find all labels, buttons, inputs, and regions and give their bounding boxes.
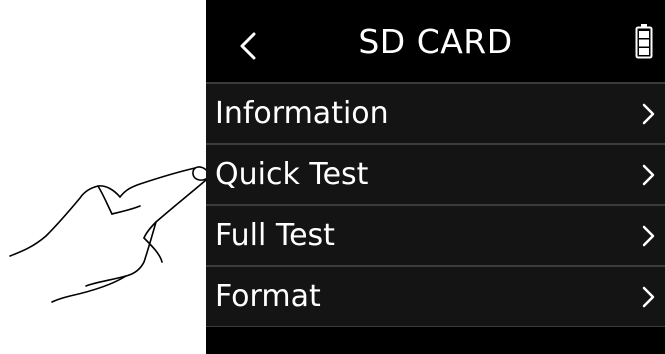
menu-item-label: Format <box>215 279 321 314</box>
footer-area <box>206 327 665 354</box>
device-screen: SD CARD Information Quick Test Full Test… <box>206 0 665 354</box>
header-bar: SD CARD <box>206 0 665 82</box>
battery-indicator <box>635 23 653 63</box>
menu-item-format[interactable]: Format <box>206 267 665 328</box>
screen-title: SD CARD <box>358 21 513 61</box>
chevron-right-icon <box>642 103 655 125</box>
menu-item-full-test[interactable]: Full Test <box>206 206 665 267</box>
menu-item-information[interactable]: Information <box>206 84 665 145</box>
chevron-right-icon <box>642 225 655 247</box>
menu-item-label: Quick Test <box>215 157 369 192</box>
menu-item-label: Information <box>215 96 389 131</box>
chevron-left-icon <box>240 32 256 60</box>
battery-full-icon <box>635 24 653 59</box>
chevron-right-icon <box>642 286 655 308</box>
menu-list: Information Quick Test Full Test Format <box>206 82 665 328</box>
chevron-right-icon <box>642 164 655 186</box>
back-button[interactable] <box>228 26 268 66</box>
menu-item-label: Full Test <box>215 218 335 253</box>
menu-item-quick-test[interactable]: Quick Test <box>206 145 665 206</box>
